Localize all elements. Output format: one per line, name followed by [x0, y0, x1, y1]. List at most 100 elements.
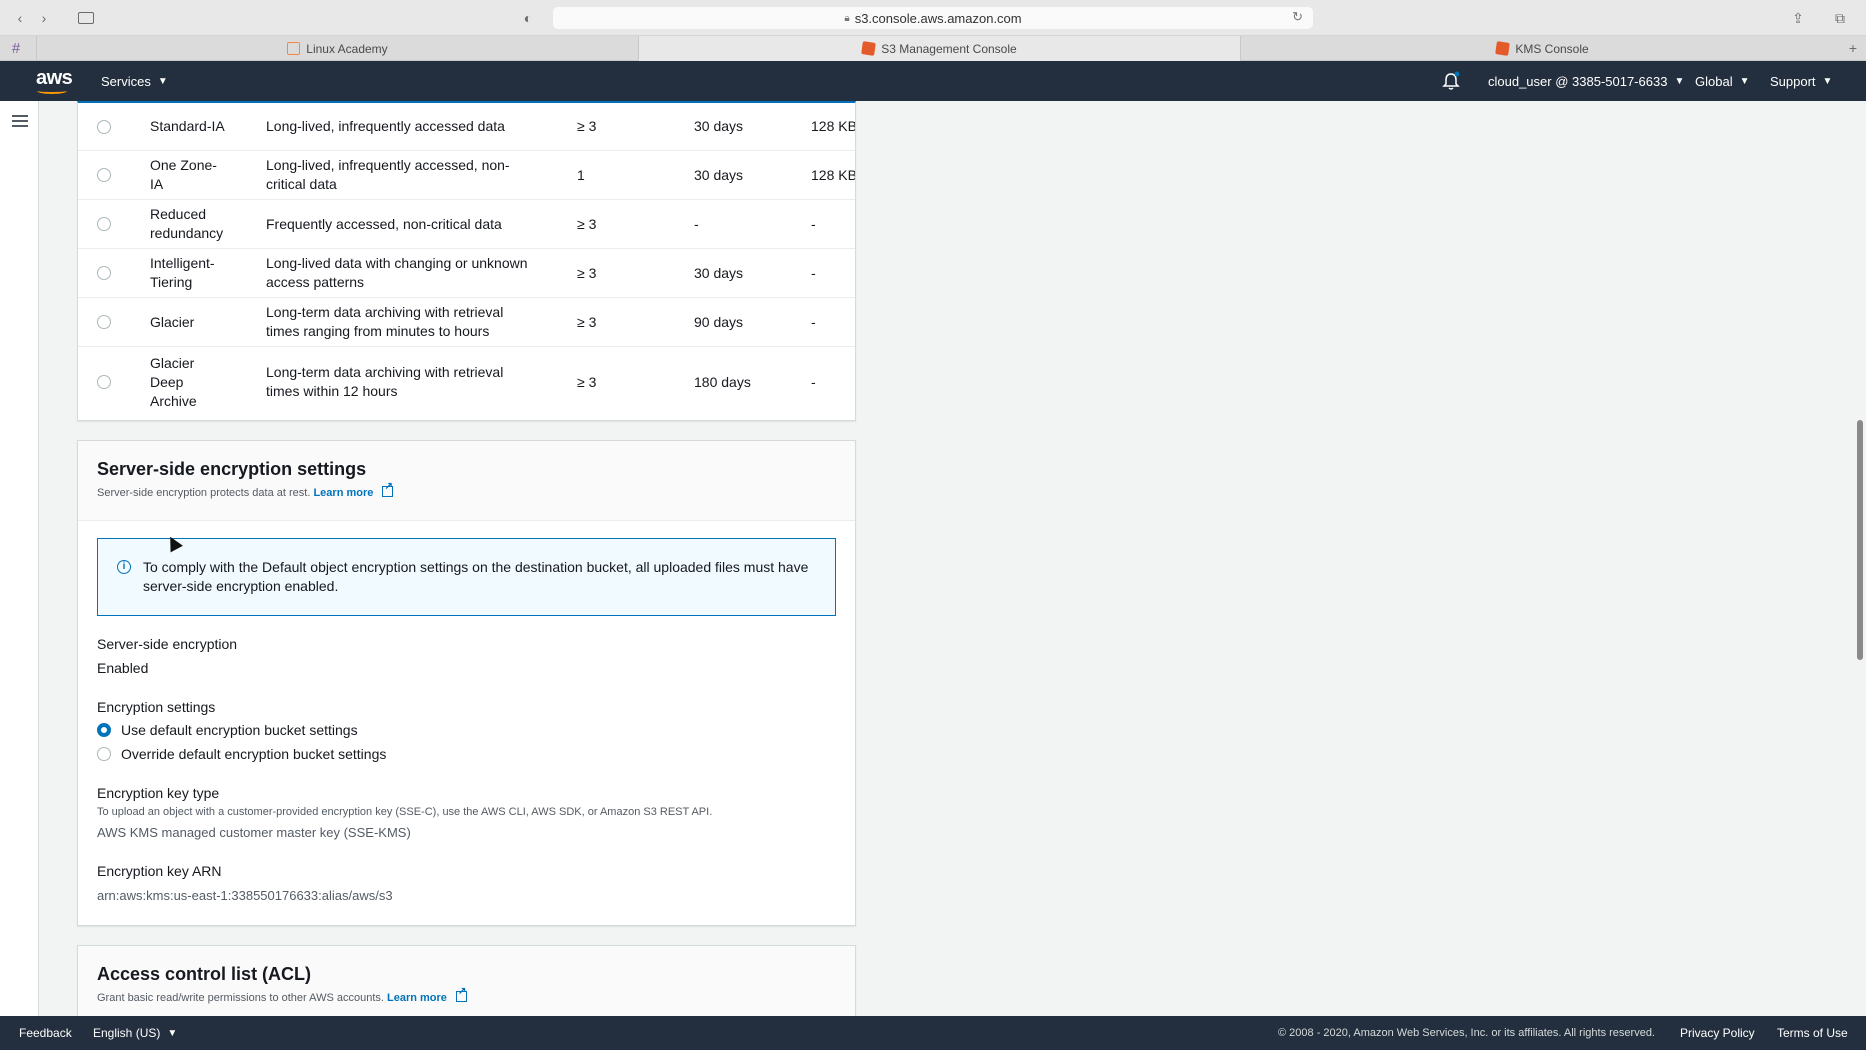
- default-encryption-radio[interactable]: [97, 723, 111, 737]
- storage-class-name: Standard-IA: [150, 118, 225, 134]
- storage-class-radio[interactable]: [97, 119, 111, 134]
- sidebar-toggle-icon[interactable]: [74, 8, 98, 28]
- storage-class-az: 1: [577, 166, 585, 183]
- tab-kms-console[interactable]: KMS Console: [1240, 36, 1844, 61]
- external-link-icon[interactable]: [455, 986, 467, 1002]
- storage-class-min-duration: 30 days: [694, 118, 744, 134]
- storage-class-radio[interactable]: [97, 266, 111, 280]
- privacy-shield-icon[interactable]: ◐: [518, 8, 538, 28]
- services-menu[interactable]: Services ▼: [101, 61, 168, 101]
- storage-class-min-duration: -: [694, 215, 699, 232]
- description-text: Server-side encryption protects data at …: [97, 487, 311, 499]
- aws-logo[interactable]: aws: [36, 67, 73, 90]
- panel-header: Server-side encryption settings Server-s…: [78, 441, 855, 521]
- tab-linux-academy[interactable]: Linux Academy: [36, 36, 638, 61]
- storage-class-min-duration: 180 days: [694, 373, 751, 390]
- language-selector[interactable]: English (US) ▼: [93, 1016, 177, 1050]
- override-encryption-radio[interactable]: [97, 747, 111, 761]
- storage-class-use: Long-lived, infrequently accessed, non-c…: [266, 157, 510, 192]
- storage-class-az: ≥ 3: [577, 264, 597, 281]
- storage-class-min-duration: 90 days: [694, 313, 744, 330]
- address-bar[interactable]: 🔒︎ s3.console.aws.amazon.com ↻: [553, 7, 1313, 29]
- table-row[interactable]: Intelligent-Tiering Long-lived data with…: [78, 249, 855, 298]
- info-alert: i To comply with the Default object encr…: [97, 538, 836, 616]
- services-label: Services: [101, 73, 151, 89]
- aws-console-header: aws Services ▼ cloud_user @ 3385-5017-66…: [0, 61, 1866, 101]
- storage-class-min-size: -: [811, 215, 816, 232]
- tab-label: S3 Management Console: [881, 41, 1017, 56]
- option-default-encryption[interactable]: Use default encryption bucket settings: [97, 722, 358, 738]
- terms-of-use-link[interactable]: Terms of Use: [1777, 1016, 1848, 1050]
- external-link-icon[interactable]: [382, 481, 394, 497]
- panel-title: Server-side encryption settings: [97, 459, 367, 479]
- tab-s3-console[interactable]: S3 Management Console: [638, 36, 1240, 61]
- language-label: English (US): [93, 1026, 161, 1040]
- table-row[interactable]: Glacier Long-term data archiving with re…: [78, 298, 855, 347]
- storage-class-min-size: 128 KB: [811, 118, 856, 134]
- reload-icon[interactable]: ↻: [1292, 9, 1303, 25]
- option-override-encryption[interactable]: Override default encryption bucket setti…: [97, 746, 386, 762]
- storage-class-use: Long-term data archiving with retrieval …: [266, 364, 504, 399]
- share-icon[interactable]: ⇪: [1788, 8, 1808, 28]
- storage-class-min-duration: 30 days: [694, 166, 744, 183]
- storage-class-min-size: 128 KB: [811, 166, 856, 183]
- forward-icon[interactable]: ›: [36, 8, 52, 28]
- storage-class-name: Glacier: [150, 313, 195, 330]
- storage-class-radio[interactable]: [97, 315, 111, 329]
- info-alert-text: To comply with the Default object encryp…: [143, 559, 809, 594]
- storage-class-radio[interactable]: [97, 217, 111, 231]
- storage-class-table: Standard-IA Long-lived, infrequently acc…: [77, 101, 856, 421]
- storage-class-min-duration: 30 days: [694, 264, 744, 281]
- caret-down-icon: ▼: [157, 75, 168, 87]
- aws-favicon-icon: [1495, 41, 1511, 56]
- aws-favicon-icon: [861, 41, 877, 56]
- storage-class-use: Long-term data archiving with retrieval …: [266, 304, 504, 339]
- feedback-link[interactable]: Feedback: [19, 1016, 72, 1050]
- table-row[interactable]: One Zone-IA Long-lived, infrequently acc…: [78, 151, 856, 200]
- copyright-text: © 2008 - 2020, Amazon Web Services, Inc.…: [1278, 1027, 1655, 1039]
- support-menu[interactable]: Support ▼: [1770, 61, 1832, 101]
- storage-class-radio[interactable]: [97, 168, 111, 182]
- account-menu[interactable]: cloud_user @ 3385-5017-6633 ▼: [1488, 61, 1684, 101]
- storage-class-az: ≥ 3: [577, 313, 597, 330]
- learn-more-link[interactable]: Learn more: [313, 487, 373, 499]
- panel-description: Server-side encryption protects data at …: [97, 481, 394, 499]
- tab-label: Linux Academy: [306, 41, 388, 56]
- back-icon[interactable]: ‹: [12, 8, 28, 28]
- table-row[interactable]: Reduced redundancy Frequently accessed, …: [78, 200, 855, 249]
- caret-down-icon: ▼: [167, 1027, 178, 1039]
- caret-down-icon: ▼: [1674, 75, 1685, 87]
- encryption-settings-panel: Server-side encryption settings Server-s…: [77, 440, 856, 926]
- notifications-bell-icon[interactable]: [1442, 71, 1460, 91]
- storage-class-name: One Zone-IA: [150, 157, 217, 192]
- sse-value: Enabled: [97, 660, 149, 676]
- slack-icon[interactable]: #: [8, 40, 24, 57]
- tabs-overview-icon[interactable]: ⧉: [1830, 8, 1850, 28]
- lock-icon: 🔒︎: [844, 12, 850, 24]
- encryption-settings-label: Encryption settings: [97, 699, 216, 715]
- table-row[interactable]: Glacier Deep Archive Long-term data arch…: [78, 347, 855, 417]
- sse-label: Server-side encryption: [97, 636, 238, 652]
- aws-smile-icon: [37, 88, 67, 94]
- key-type-help: To upload an object with a customer-prov…: [97, 806, 713, 818]
- storage-class-radio[interactable]: [97, 375, 111, 389]
- storage-class-min-size: -: [811, 264, 816, 281]
- tab-label: KMS Console: [1515, 41, 1589, 56]
- caret-down-icon: ▼: [1822, 75, 1833, 87]
- hamburger-menu-icon[interactable]: [12, 115, 28, 127]
- new-tab-icon[interactable]: +: [1844, 38, 1862, 58]
- storage-class-min-size: -: [811, 373, 816, 390]
- description-text: Grant basic read/write permissions to ot…: [97, 992, 384, 1004]
- storage-class-name: Intelligent-Tiering: [150, 255, 215, 290]
- panel-description: Grant basic read/write permissions to ot…: [97, 986, 467, 1004]
- learn-more-link[interactable]: Learn more: [387, 992, 447, 1004]
- region-menu[interactable]: Global ▼: [1695, 61, 1749, 101]
- storage-class-az: ≥ 3: [577, 373, 597, 390]
- storage-class-name: Reduced redundancy: [150, 206, 224, 241]
- table-row[interactable]: Standard-IA Long-lived, infrequently acc…: [78, 103, 856, 151]
- region-label: Global: [1695, 73, 1733, 89]
- tab-bar: # Linux Academy S3 Management Console KM…: [0, 36, 1866, 61]
- scrollbar-thumb[interactable]: [1857, 420, 1863, 660]
- privacy-policy-link[interactable]: Privacy Policy: [1680, 1016, 1755, 1050]
- caret-down-icon: ▼: [1739, 75, 1750, 87]
